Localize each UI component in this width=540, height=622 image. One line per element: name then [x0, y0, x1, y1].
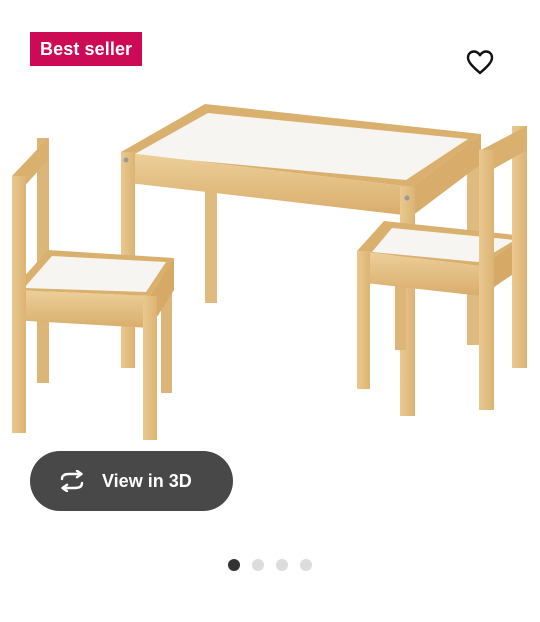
view-in-3d-label: View in 3D	[102, 470, 192, 491]
rotate-3d-icon	[56, 469, 88, 493]
view-in-3d-button[interactable]: View in 3D	[30, 451, 233, 511]
best-seller-badge: Best seller	[30, 32, 143, 66]
product-image-kids-table-and-chairs	[12, 104, 527, 440]
carousel-dot[interactable]	[252, 559, 264, 571]
favorite-button[interactable]	[458, 42, 502, 82]
carousel-dot[interactable]	[276, 559, 288, 571]
carousel-dot[interactable]	[228, 559, 240, 571]
carousel-indicator	[0, 559, 540, 571]
carousel-dot[interactable]	[300, 559, 312, 571]
heart-icon	[466, 50, 494, 75]
